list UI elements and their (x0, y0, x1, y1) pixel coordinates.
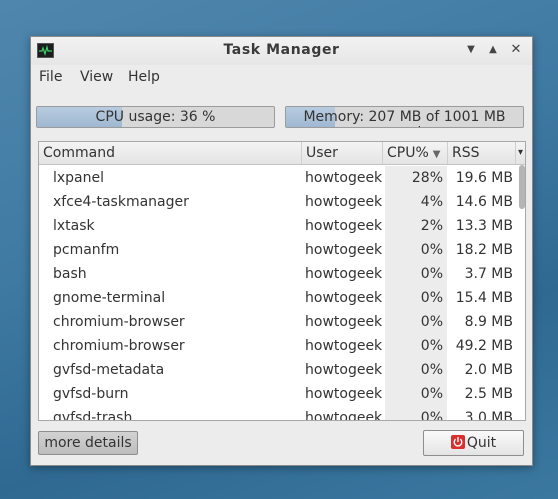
cell-user: howtogeek (305, 266, 383, 282)
vertical-scrollbar[interactable] (519, 165, 525, 209)
cell-cpu: 0% (385, 262, 447, 286)
cell-cpu: 4% (385, 190, 447, 214)
cell-command: chromium-browser (53, 338, 185, 354)
cell-command: gnome-terminal (53, 290, 166, 306)
cell-command: lxpanel (53, 170, 105, 186)
maximize-icon[interactable]: ▲ (486, 43, 500, 57)
table-row[interactable]: gvfsd-burn howtogeek 0% 2.5 MB (39, 382, 519, 406)
table-row[interactable]: bash howtogeek 0% 3.7 MB (39, 262, 519, 286)
cell-user: howtogeek (305, 410, 383, 421)
quit-button[interactable]: Quit (423, 430, 524, 456)
cell-rss: 18.2 MB (455, 242, 513, 258)
cell-cpu: 0% (385, 334, 447, 358)
minimize-icon[interactable]: ▼ (464, 43, 478, 57)
cell-cpu: 0% (385, 406, 447, 420)
cell-cpu: 2% (385, 214, 447, 238)
cell-cpu: 28% (385, 166, 447, 190)
cell-command: bash (53, 266, 87, 282)
table-row[interactable]: gvfsd-metadata howtogeek 0% 2.0 MB (39, 358, 519, 382)
cell-user: howtogeek (305, 170, 383, 186)
table-row[interactable]: gvfsd-trash howtogeek 0% 3.0 MB (39, 406, 519, 421)
close-icon[interactable]: ✕ (509, 43, 523, 57)
column-user[interactable]: User (302, 142, 383, 164)
cell-user: howtogeek (305, 386, 383, 402)
cell-command: gvfsd-burn (53, 386, 129, 402)
cell-cpu: 0% (385, 382, 447, 406)
cell-cpu: 0% (385, 286, 447, 310)
table-row[interactable]: xfce4-taskmanager howtogeek 4% 14.6 MB (39, 190, 519, 214)
cell-command: chromium-browser (53, 314, 185, 330)
column-rss[interactable]: RSS (448, 142, 516, 164)
cell-user: howtogeek (305, 290, 383, 306)
cell-command: lxtask (53, 218, 95, 234)
more-details-button[interactable]: more details (38, 431, 138, 455)
table-header: Command User CPU% ▼ RSS ▾ (39, 142, 525, 165)
cell-rss: 2.5 MB (464, 386, 513, 402)
column-rss-label: RSS (452, 145, 480, 161)
memory-usage-bar: Memory: 207 MB of 1001 MB used (285, 106, 524, 128)
menu-file[interactable]: File (39, 69, 62, 85)
cell-command: gvfsd-metadata (53, 362, 165, 378)
cell-cpu: 0% (385, 238, 447, 262)
sort-down-arrow-icon: ▼ (432, 149, 441, 160)
table-row[interactable]: chromium-browser howtogeek 0% 8.9 MB (39, 310, 519, 334)
menu-help[interactable]: Help (128, 69, 160, 85)
cell-user: howtogeek (305, 218, 383, 234)
cell-user: howtogeek (305, 362, 383, 378)
table-row[interactable]: chromium-browser howtogeek 0% 49.2 MB (39, 334, 519, 358)
cell-rss: 19.6 MB (455, 170, 513, 186)
cell-rss: 13.3 MB (455, 218, 513, 234)
cell-rss: 49.2 MB (455, 338, 513, 354)
table-row[interactable]: gnome-terminal howtogeek 0% 15.4 MB (39, 286, 519, 310)
cell-command: gvfsd-trash (53, 410, 133, 421)
cell-rss: 3.0 MB (464, 410, 513, 421)
table-row[interactable]: pcmanfm howtogeek 0% 18.2 MB (39, 238, 519, 262)
cell-cpu: 0% (385, 310, 447, 334)
quit-label: Quit (466, 435, 497, 451)
cell-cpu: 0% (385, 358, 447, 382)
table-row[interactable]: lxpanel howtogeek 28% 19.6 MB (39, 166, 519, 190)
menu-view[interactable]: View (80, 69, 113, 85)
column-more-chevron-icon[interactable]: ▾ (516, 142, 525, 164)
cell-rss: 14.6 MB (455, 194, 513, 210)
cpu-usage-bar: CPU usage: 36 % (36, 106, 275, 128)
table-row[interactable]: lxtask howtogeek 2% 13.3 MB (39, 214, 519, 238)
memory-usage-label: Memory: 207 MB of 1001 MB used (303, 109, 506, 127)
cell-user: howtogeek (305, 338, 383, 354)
cell-rss: 3.7 MB (464, 266, 513, 282)
column-command-label: Command (43, 145, 115, 161)
cell-rss: 15.4 MB (455, 290, 513, 306)
cell-rss: 2.0 MB (464, 362, 513, 378)
cell-rss: 8.9 MB (464, 314, 513, 330)
menu-bar: File View Help (31, 65, 532, 89)
window-title: Task Manager (223, 42, 340, 58)
process-table: Command User CPU% ▼ RSS ▾ lxpanel howtogee… (38, 141, 526, 421)
cpu-usage-label: CPU usage: 36 % (95, 109, 216, 125)
cell-user: howtogeek (305, 314, 383, 330)
title-bar[interactable]: Task Manager ▼ ▲ ✕ (31, 37, 532, 65)
column-user-label: User (306, 145, 338, 161)
column-cpu[interactable]: CPU% ▼ (383, 142, 448, 164)
cell-user: howtogeek (305, 194, 383, 210)
cell-user: howtogeek (305, 242, 383, 258)
cell-command: pcmanfm (53, 242, 120, 258)
task-manager-window: Task Manager ▼ ▲ ✕ File View Help CPU us… (30, 36, 533, 466)
column-cpu-label: CPU% (387, 145, 429, 161)
cell-command: xfce4-taskmanager (53, 194, 189, 210)
power-icon (450, 435, 465, 449)
column-command[interactable]: Command (39, 142, 302, 164)
